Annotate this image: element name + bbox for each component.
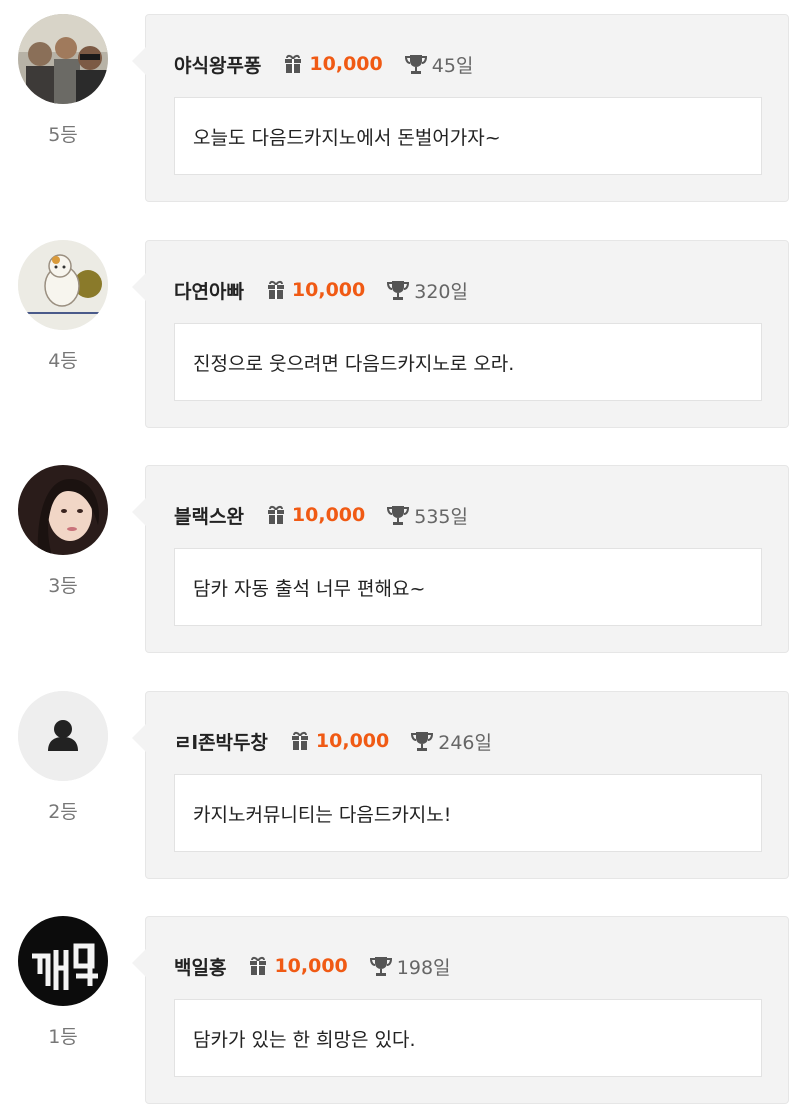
trophy-icon [387, 281, 410, 300]
gift-amount: 10,000 [291, 279, 366, 301]
comment-meta: 다연아빠 10,000 320일 [174, 275, 468, 305]
avatar[interactable] [18, 14, 108, 104]
trophy-icon [404, 55, 427, 74]
trophy-icon [369, 957, 392, 976]
comment-meta: 야식왕푸퐁 10,000 45일 [174, 49, 473, 79]
trophy-icon [411, 732, 434, 751]
rank-label: 2등 [48, 801, 78, 823]
attendance-days: 198일 [396, 956, 451, 979]
avatar[interactable] [18, 916, 108, 1006]
attendance-days: 45일 [431, 54, 474, 77]
comment-message: 진정으로 웃으려면 다음드카지노로 오라. [174, 323, 762, 401]
comment-card: ㄹl존박두창 10,000 246일 카지노커뮤니티는 다음드카지노! [132, 691, 789, 879]
neon-sign-icon [18, 916, 108, 1006]
gift-icon [267, 280, 284, 299]
gift-amount: 10,000 [274, 955, 348, 977]
default-user-icon [18, 691, 108, 781]
rank-label: 3등 [48, 575, 78, 597]
comment-message: 담카 자동 출석 너무 편해요~ [174, 548, 762, 626]
attendance-days: 246일 [438, 731, 492, 754]
ranking-item: 1등 백일홍 10,000 198일 담카가 있는 한 희망은 있다. [0, 902, 800, 1104]
gift-icon [285, 54, 302, 73]
ranking-item: 3등 블랙스완 10,000 535일 담카 자동 출석 너무 편해요~ [0, 451, 800, 653]
avatar[interactable] [18, 240, 108, 330]
attendance-days: 320일 [414, 280, 468, 303]
comment-message: 오늘도 다음드카지노에서 돈벌어가자~ [174, 97, 762, 175]
ranking-item: 2등 ㄹl존박두창 10,000 246일 카지노커뮤니티는 다음드카지노! [0, 677, 800, 879]
comment-meta: 백일홍 10,000 198일 [174, 951, 451, 981]
rank-label: 5등 [48, 124, 78, 146]
username[interactable]: 야식왕푸퐁 [174, 51, 261, 78]
comment-card: 다연아빠 10,000 320일 진정으로 웃으려면 다음드카지노로 오라. [132, 240, 789, 428]
attendance-days: 535일 [414, 505, 468, 528]
ranking-item: 5등 야식왕푸퐁 10,000 45일 오늘도 다음드카지노에서 돈벌어가자~ [0, 0, 800, 202]
username[interactable]: 백일홍 [174, 953, 226, 980]
comment-meta: ㄹl존박두창 10,000 246일 [174, 726, 492, 756]
avatar[interactable] [18, 465, 108, 555]
rank-label: 1등 [48, 1026, 78, 1048]
username[interactable]: 블랙스완 [174, 502, 244, 529]
ranking-item: 4등 다연아빠 10,000 320일 진정으로 웃으려면 다음드카지노로 오라… [0, 226, 800, 428]
trophy-icon [387, 506, 410, 525]
comment-card: 야식왕푸퐁 10,000 45일 오늘도 다음드카지노에서 돈벌어가자~ [132, 14, 789, 202]
rank-label: 4등 [48, 350, 78, 372]
gift-icon [267, 505, 284, 524]
avatar[interactable] [18, 691, 108, 781]
gift-amount: 10,000 [291, 504, 366, 526]
gift-icon [250, 956, 267, 975]
gift-amount: 10,000 [309, 53, 383, 75]
comment-meta: 블랙스완 10,000 535일 [174, 500, 468, 530]
gift-amount: 10,000 [315, 730, 390, 752]
comment-message: 담카가 있는 한 희망은 있다. [174, 999, 762, 1077]
username[interactable]: 다연아빠 [174, 277, 244, 304]
group-photo-icon [18, 14, 108, 104]
portrait-photo-icon [18, 465, 108, 555]
cat-drawing-icon [18, 240, 108, 330]
comment-message: 카지노커뮤니티는 다음드카지노! [174, 774, 762, 852]
comment-card: 백일홍 10,000 198일 담카가 있는 한 희망은 있다. [132, 916, 789, 1104]
gift-icon [291, 731, 308, 750]
username[interactable]: ㄹl존박두창 [174, 728, 268, 755]
comment-card: 블랙스완 10,000 535일 담카 자동 출석 너무 편해요~ [132, 465, 789, 653]
